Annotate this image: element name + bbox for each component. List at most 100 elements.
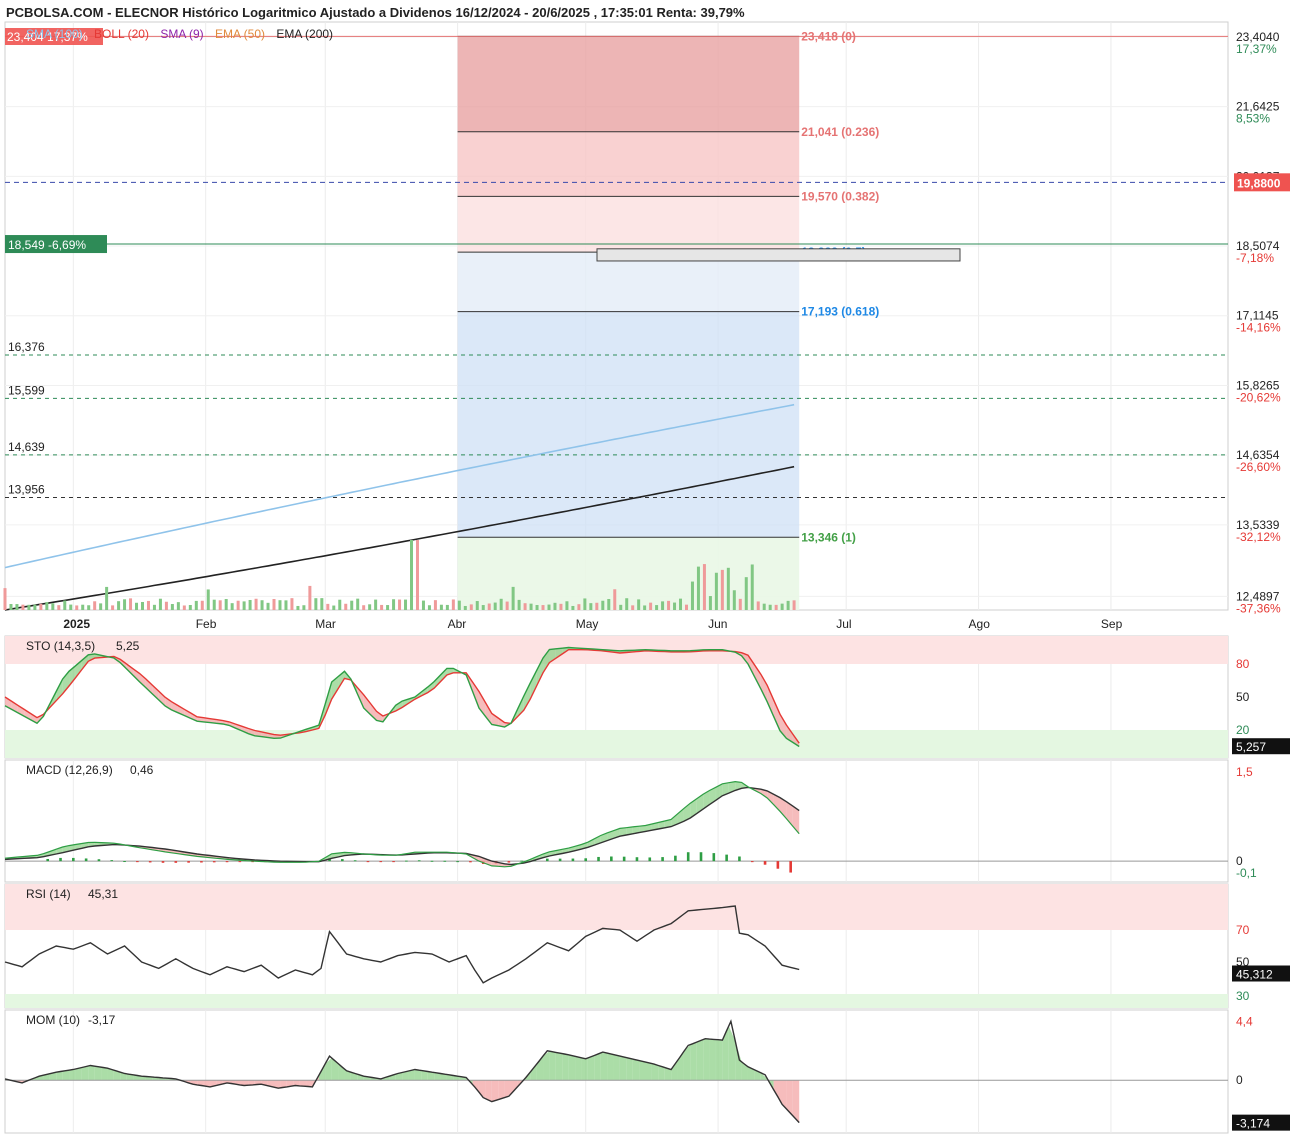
macd-histogram-bar bbox=[648, 857, 652, 862]
consolidation-box bbox=[596, 248, 961, 262]
mom-fill bbox=[562, 1053, 569, 1081]
volume-bar bbox=[738, 598, 742, 610]
volume-bar bbox=[613, 589, 617, 610]
mom-fill bbox=[607, 1053, 614, 1081]
y-pct-label: -20,62% bbox=[1236, 390, 1281, 404]
macd-histogram-bar bbox=[379, 861, 383, 863]
legend-sma-9: SMA (9) bbox=[160, 27, 204, 41]
volume-bar bbox=[81, 604, 85, 610]
volume-bar bbox=[284, 600, 288, 610]
volume-bar bbox=[637, 599, 641, 610]
volume-bar bbox=[111, 605, 115, 610]
volume-bar bbox=[308, 585, 312, 610]
volume-bar bbox=[27, 604, 31, 610]
macd-histogram-bar bbox=[46, 858, 49, 862]
legend-sma-100: SMA (100) bbox=[26, 27, 83, 41]
volume-bar bbox=[684, 604, 688, 610]
legend-ema-50: EMA (50) bbox=[215, 27, 266, 41]
volume-bar bbox=[595, 602, 599, 610]
volume-bar bbox=[708, 596, 712, 610]
mom-fill bbox=[414, 1069, 422, 1081]
mom-fill bbox=[619, 1056, 627, 1081]
volume-bar bbox=[410, 540, 414, 610]
volume-bar bbox=[3, 588, 7, 610]
volume-bar bbox=[51, 603, 55, 610]
x-tick-label: Abr bbox=[448, 617, 467, 631]
volume-bar bbox=[517, 599, 521, 610]
volume-bar bbox=[176, 602, 180, 610]
volume-bar bbox=[469, 604, 473, 610]
fib-zone bbox=[457, 36, 800, 132]
fib-zone bbox=[457, 131, 800, 197]
volume-bar bbox=[726, 567, 730, 610]
volume-bar bbox=[230, 603, 234, 610]
sto-fill bbox=[760, 674, 768, 702]
mom-fill bbox=[639, 1060, 646, 1081]
macd-value: 0,46 bbox=[130, 763, 154, 777]
macd-histogram-bar bbox=[72, 857, 75, 862]
volume-bar bbox=[278, 600, 282, 610]
mom-fill bbox=[690, 1042, 697, 1081]
sto-oversold-zone bbox=[5, 730, 1228, 758]
macd-tick-label: 1,5 bbox=[1236, 765, 1253, 779]
mom-fill bbox=[81, 1065, 89, 1081]
macd-histogram-bar bbox=[610, 856, 613, 862]
y-pct-label: -32,12% bbox=[1236, 530, 1281, 544]
y-pct-label: -7,18% bbox=[1236, 251, 1274, 265]
volume-bar bbox=[105, 586, 109, 610]
sto-value: 5,25 bbox=[116, 639, 140, 653]
volume-bar bbox=[224, 599, 228, 610]
volume-bar bbox=[302, 605, 306, 610]
volume-bar bbox=[218, 600, 222, 610]
volume-bar bbox=[750, 564, 754, 610]
fib-level-label: 21,041 (0.236) bbox=[801, 125, 879, 139]
macd-histogram-bar bbox=[187, 861, 190, 863]
mom-tick-label: 0 bbox=[1236, 1073, 1243, 1087]
macd-histogram-bar bbox=[686, 852, 690, 862]
volume-bar bbox=[290, 598, 294, 610]
mom-fill bbox=[568, 1054, 576, 1081]
volume-bar bbox=[146, 600, 150, 610]
volume-bar bbox=[129, 598, 133, 610]
volume-bar bbox=[87, 605, 91, 610]
macd-signal-line bbox=[4, 786, 800, 866]
macd-histogram-bar bbox=[661, 857, 664, 862]
macd-histogram-bar bbox=[430, 860, 434, 862]
rsi-level-label: 70 bbox=[1236, 923, 1250, 937]
volume-bar bbox=[541, 605, 545, 610]
volume-bar bbox=[589, 603, 593, 610]
mom-fill bbox=[530, 1064, 537, 1081]
volume-bar bbox=[404, 599, 408, 610]
volume-bar bbox=[260, 600, 264, 610]
volume-bar bbox=[254, 598, 258, 610]
macd-histogram-bar bbox=[110, 860, 114, 862]
volume-bar bbox=[63, 600, 67, 610]
volume-bar bbox=[140, 601, 144, 610]
volume-bar bbox=[45, 602, 49, 610]
fib-level-label: 19,570 (0.382) bbox=[801, 189, 879, 203]
volume-bar bbox=[643, 605, 647, 610]
volume-bar bbox=[499, 598, 503, 610]
macd-tick-label: -0,1 bbox=[1236, 866, 1257, 880]
sto-fill bbox=[773, 699, 781, 731]
volume-bar bbox=[33, 604, 37, 610]
volume-bar bbox=[212, 599, 216, 610]
volume-bar bbox=[619, 604, 623, 610]
volume-bar bbox=[123, 599, 127, 610]
volume-bar bbox=[553, 602, 557, 610]
volume-bar bbox=[744, 577, 748, 610]
volume-bar bbox=[529, 603, 533, 610]
macd-histogram-bar bbox=[699, 852, 703, 862]
x-tick-label: 2025 bbox=[63, 617, 90, 631]
volume-bar bbox=[559, 603, 563, 610]
volume-bar bbox=[386, 605, 390, 610]
volume-bar bbox=[194, 600, 198, 610]
volume-bar bbox=[427, 605, 431, 610]
x-tick-label: May bbox=[576, 617, 599, 631]
volume-bar bbox=[732, 590, 736, 610]
volume-bar bbox=[117, 601, 121, 610]
rsi-level-label: 30 bbox=[1236, 989, 1250, 1003]
volume-bar bbox=[236, 600, 240, 610]
volume-bar bbox=[57, 605, 61, 610]
volume-bar bbox=[433, 600, 437, 610]
